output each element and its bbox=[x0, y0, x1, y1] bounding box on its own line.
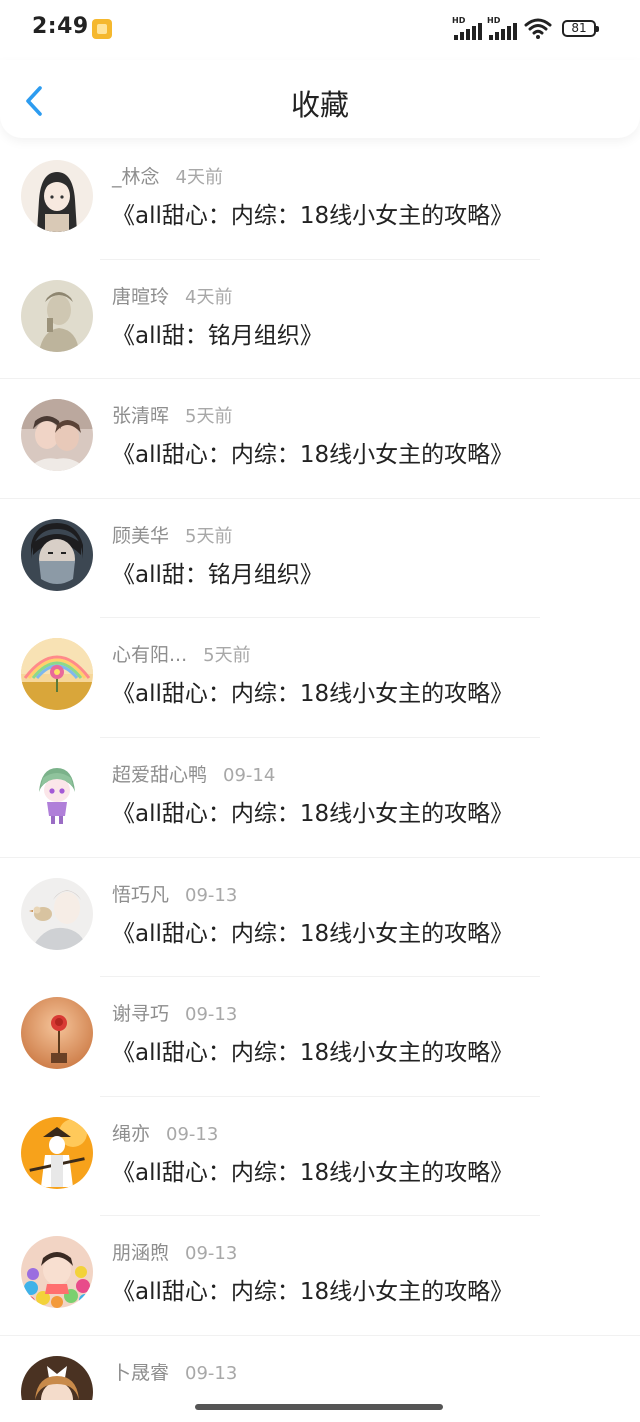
list-item[interactable]: 谢寻巧 09-13 《all甜心：内综：18线小女主的攻略》 bbox=[0, 977, 640, 1097]
list-item[interactable]: 心有阳... 5天前 《all甜心：内综：18线小女主的攻略》 bbox=[0, 618, 640, 738]
story-title: 《all甜心：内综：18线小女主的攻略》 bbox=[112, 1159, 514, 1186]
sketch-portrait-avatar[interactable] bbox=[21, 279, 93, 352]
list-item[interactable]: 超爱甜心鸭 09-14 《all甜心：内综：18线小女主的攻略》 bbox=[0, 738, 640, 858]
username: 绳亦 bbox=[112, 1122, 151, 1145]
timestamp: 09-13 bbox=[185, 884, 238, 906]
bird-illustration-avatar[interactable] bbox=[21, 877, 93, 950]
item-meta: 谢寻巧 09-13 bbox=[112, 999, 237, 1026]
samurai-illustration-avatar[interactable] bbox=[21, 1116, 93, 1189]
username: 谢寻巧 bbox=[112, 1003, 170, 1026]
item-meta: 悟巧凡 09-13 bbox=[112, 880, 237, 907]
list-item[interactable]: 张清晖 5天前 《all甜心：内综：18线小女主的攻略》 bbox=[0, 379, 640, 499]
item-meta: 心有阳... 5天前 bbox=[112, 640, 251, 667]
story-title: 《all甜心：内综：18线小女主的攻略》 bbox=[112, 1040, 514, 1067]
girl-portrait-avatar[interactable] bbox=[21, 160, 93, 232]
story-title: 《all甜：铭月组织》 bbox=[112, 561, 323, 588]
timestamp: 09-14 bbox=[223, 764, 276, 786]
wifi-icon bbox=[524, 18, 552, 39]
status-time: 2:49 bbox=[32, 14, 89, 39]
story-title: 《all甜心：内综：18线小女主的攻略》 bbox=[112, 681, 514, 708]
item-meta: 顾美华 5天前 bbox=[112, 521, 232, 548]
list-item[interactable]: _林念 4天前 《all甜心：内综：18线小女主的攻略》 bbox=[0, 140, 640, 260]
story-title: 《all甜心：内综：18线小女主的攻略》 bbox=[112, 203, 514, 229]
item-meta: 卜晟睿 09-13 bbox=[112, 1358, 237, 1385]
username: 张清晖 bbox=[112, 405, 170, 428]
list-item[interactable]: 悟巧凡 09-13 《all甜心：内综：18线小女主的攻略》 bbox=[0, 858, 640, 978]
timestamp: 5天前 bbox=[185, 406, 233, 428]
timestamp: 09-13 bbox=[185, 1004, 238, 1026]
timestamp: 09-13 bbox=[185, 1243, 238, 1265]
timestamp: 5天前 bbox=[203, 645, 251, 667]
notification-icon bbox=[92, 19, 112, 39]
username: 悟巧凡 bbox=[112, 883, 170, 906]
username: 心有阳... bbox=[112, 644, 188, 667]
timestamp: 5天前 bbox=[185, 525, 233, 547]
story-title: 《all甜心：内综：18线小女主的攻略》 bbox=[112, 442, 514, 469]
story-title: 《all甜：铭月组织》 bbox=[112, 322, 323, 349]
rainbow-flower-avatar[interactable] bbox=[21, 638, 93, 711]
doll-avatar[interactable] bbox=[21, 1355, 93, 1400]
username: 超爱甜心鸭 bbox=[112, 763, 208, 786]
item-meta: 唐暄玲 4天前 bbox=[112, 282, 232, 309]
baby-balls-avatar[interactable] bbox=[21, 1236, 93, 1309]
home-indicator[interactable] bbox=[195, 1404, 443, 1410]
username: _林念 bbox=[112, 166, 160, 188]
username: 卜晟睿 bbox=[112, 1361, 170, 1384]
username: 唐暄玲 bbox=[112, 285, 170, 308]
list-item[interactable]: 顾美华 5天前 《all甜：铭月组织》 bbox=[0, 499, 640, 619]
story-title: 《all甜心：内综：18线小女主的攻略》 bbox=[112, 920, 514, 947]
couple-photo-avatar[interactable] bbox=[21, 399, 93, 472]
timestamp: 09-13 bbox=[185, 1362, 238, 1384]
list-item[interactable]: 卜晟睿 09-13 bbox=[0, 1336, 640, 1400]
story-title: 《all甜心：内综：18线小女主的攻略》 bbox=[112, 800, 514, 827]
item-meta: 张清晖 5天前 bbox=[112, 401, 232, 428]
list-item[interactable]: 朋涵煦 09-13 《all甜心：内综：18线小女主的攻略》 bbox=[0, 1216, 640, 1336]
masked-person-avatar[interactable] bbox=[21, 518, 93, 591]
favorites-list: _林念 4天前 《all甜心：内综：18线小女主的攻略》 唐暄玲 4天前 《all甜… bbox=[0, 140, 640, 1400]
item-meta: 绳亦 09-13 bbox=[112, 1119, 218, 1146]
timestamp: 4天前 bbox=[185, 286, 233, 308]
rose-avatar[interactable] bbox=[21, 997, 93, 1070]
battery-icon: 81 bbox=[562, 20, 599, 37]
page-title: 收藏 bbox=[290, 88, 349, 122]
signal-icon-2: HD bbox=[487, 16, 517, 40]
timestamp: 4天前 bbox=[175, 167, 223, 188]
list-item[interactable]: 绳亦 09-13 《all甜心：内综：18线小女主的攻略》 bbox=[0, 1097, 640, 1217]
signal-icon: HD bbox=[452, 16, 482, 40]
item-meta: _林念 4天前 bbox=[112, 162, 223, 189]
chibi-character-avatar[interactable] bbox=[21, 757, 93, 830]
item-meta: 超爱甜心鸭 09-14 bbox=[112, 760, 275, 787]
list-item[interactable]: 唐暄玲 4天前 《all甜：铭月组织》 bbox=[0, 260, 640, 380]
timestamp: 09-13 bbox=[166, 1123, 219, 1145]
status-bar: 2:49 HD HD 81 bbox=[0, 0, 640, 60]
story-title: 《all甜心：内综：18线小女主的攻略》 bbox=[112, 1279, 514, 1306]
username: 朋涵煦 bbox=[112, 1242, 170, 1265]
header: 收藏 bbox=[0, 60, 640, 138]
username: 顾美华 bbox=[112, 524, 170, 547]
item-meta: 朋涵煦 09-13 bbox=[112, 1238, 237, 1265]
